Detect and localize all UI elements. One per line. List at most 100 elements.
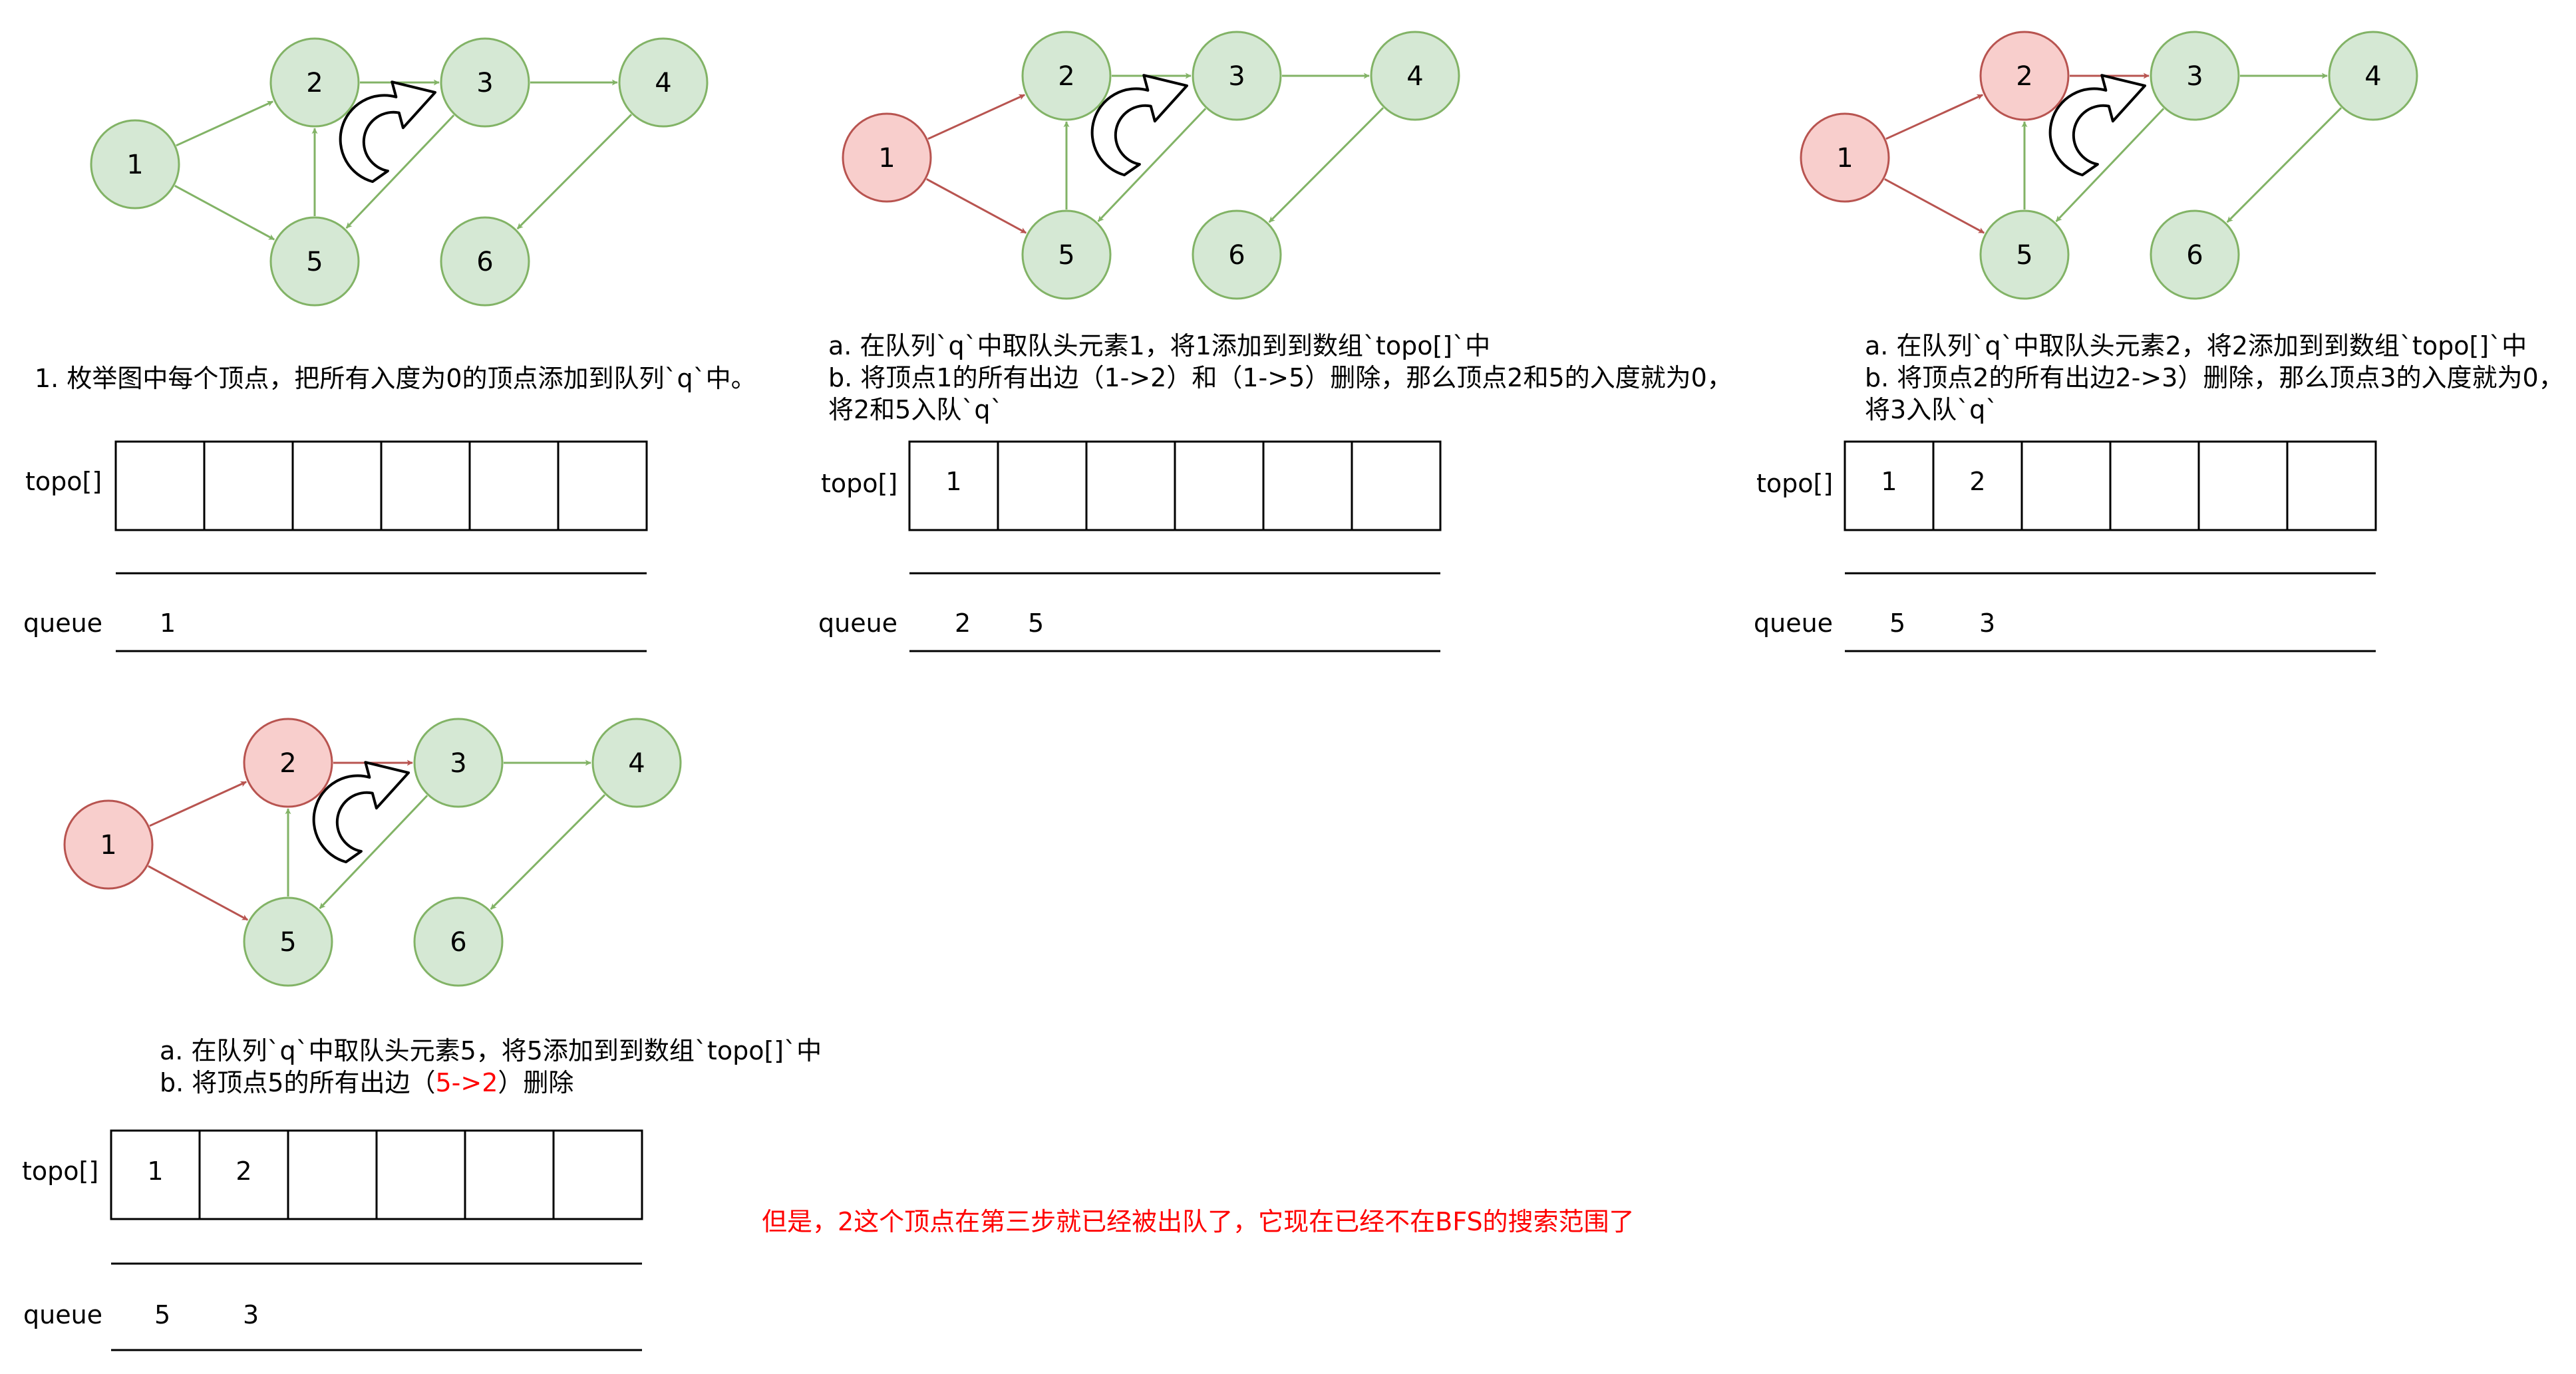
topo-cell: 2 xyxy=(236,1157,252,1186)
node-4: 4 xyxy=(2328,31,2418,121)
node-label: 3 xyxy=(450,748,466,779)
node-2: 2 xyxy=(1979,31,2070,121)
caption-step3-line1: a. 在队列`q`中取队头元素2，将2添加到到数组`topo[]`中 xyxy=(1865,331,2527,360)
queue-item: 3 xyxy=(243,1300,259,1329)
queue-label: queue xyxy=(1754,609,1834,638)
topo-cell: 1 xyxy=(1881,467,1897,496)
node-6: 6 xyxy=(1192,209,1282,300)
edge-1-2 xyxy=(927,94,1025,140)
node-2: 2 xyxy=(243,718,333,808)
node-5: 5 xyxy=(1021,209,1112,300)
topo-cell-box xyxy=(287,1129,378,1220)
topo-cell-box xyxy=(2286,440,2377,531)
edge-1-5 xyxy=(926,178,1027,234)
edge-1-5 xyxy=(1884,178,1985,234)
topo-cell-box xyxy=(1085,440,1176,531)
node-5: 5 xyxy=(1979,209,2070,300)
queue-item: 5 xyxy=(1028,609,1045,638)
node-label: 4 xyxy=(655,68,671,98)
edge-4-6 xyxy=(2226,107,2342,223)
queue-label: queue xyxy=(23,609,103,638)
queue-item: 3 xyxy=(1979,609,1996,638)
queue-lines xyxy=(111,1262,642,1351)
topo-cell: 2 xyxy=(1969,467,1986,496)
node-label: 4 xyxy=(1406,61,1423,92)
topo-cell-box xyxy=(380,440,471,531)
caption-step2-line3: 将2和5入队`q` xyxy=(828,395,1003,424)
node-label: 6 xyxy=(476,247,493,277)
node-5: 5 xyxy=(243,896,333,987)
node-label: 2 xyxy=(2016,61,2032,92)
topo-cell-box xyxy=(557,440,648,531)
node-2: 2 xyxy=(1021,31,1112,121)
node-label: 5 xyxy=(306,247,323,277)
graph-step3: 1 2 3 4 5 6 xyxy=(1800,31,2418,300)
node-label: 3 xyxy=(2186,61,2203,92)
edge-4-6 xyxy=(1268,107,1384,223)
topo-cell-box xyxy=(468,440,560,531)
edge-1-2 xyxy=(149,781,247,827)
queue-item: 5 xyxy=(154,1300,171,1329)
node-3: 3 xyxy=(413,718,504,808)
topo-cell: 1 xyxy=(147,1157,164,1186)
edge-1-2 xyxy=(176,100,273,147)
topo-cell-box xyxy=(203,440,294,531)
topo-cell-box xyxy=(2197,440,2289,531)
highlighted-edge: 5->2 xyxy=(435,1068,498,1097)
node-3: 3 xyxy=(1192,31,1282,121)
queue-lines xyxy=(1845,572,2376,652)
edge-1-5 xyxy=(148,865,249,921)
queue-item: 1 xyxy=(160,609,176,638)
node-1: 1 xyxy=(63,799,154,890)
node-6: 6 xyxy=(2150,209,2240,300)
caption-step2-line1: a. 在队列`q`中取队头元素1，将1添加到到数组`topo[]`中 xyxy=(828,331,1491,360)
node-label: 5 xyxy=(279,927,296,958)
node-5: 5 xyxy=(269,216,360,307)
node-label: 3 xyxy=(476,68,493,98)
node-label: 5 xyxy=(2016,240,2032,271)
node-label: 2 xyxy=(279,748,296,779)
topo-label: topo[] xyxy=(821,469,898,498)
topo-cell-box xyxy=(1351,440,1442,531)
node-4: 4 xyxy=(618,37,709,128)
edge-4-6 xyxy=(490,794,606,910)
node-label: 3 xyxy=(1228,61,1245,92)
edge-1-5 xyxy=(174,185,275,241)
topo-cell-box xyxy=(375,1129,466,1220)
node-label: 5 xyxy=(1058,240,1074,271)
node-label: 2 xyxy=(306,68,323,98)
topo-cell-box xyxy=(1174,440,1265,531)
queue-label: queue xyxy=(818,609,898,638)
caption-step2-line2: b. 将顶点1的所有出边（1->2）和（1->5）删除，那么顶点2和5的入度就为… xyxy=(828,363,1732,392)
node-label: 1 xyxy=(878,143,895,174)
topo-cell-box xyxy=(464,1129,555,1220)
topo-cell-box xyxy=(114,440,206,531)
topo-cell-box xyxy=(1262,440,1353,531)
node-label: 4 xyxy=(2364,61,2381,92)
node-6: 6 xyxy=(440,216,530,307)
node-label: 1 xyxy=(100,830,116,861)
queue-label: queue xyxy=(23,1300,103,1329)
queue-item: 5 xyxy=(1889,609,1906,638)
node-label: 1 xyxy=(1836,143,1853,174)
node-6: 6 xyxy=(413,896,504,987)
graph-step1: 1 2 3 4 5 6 xyxy=(90,37,709,307)
topo-cell-box xyxy=(291,440,383,531)
caption-step4-line1: a. 在队列`q`中取队头元素5，将5添加到到数组`topo[]`中 xyxy=(160,1036,822,1065)
graph-step4: 1 2 3 4 5 6 xyxy=(63,718,682,987)
node-4: 4 xyxy=(1370,31,1460,121)
caption-step4-prefix: b. 将顶点5的所有出边（ xyxy=(160,1068,436,1097)
topo-cell-box xyxy=(552,1129,643,1220)
node-label: 1 xyxy=(126,150,143,180)
node-label: 6 xyxy=(1228,240,1245,271)
topo-label: topo[] xyxy=(1756,469,1834,498)
topo-cell-box xyxy=(997,440,1088,531)
node-4: 4 xyxy=(591,718,682,808)
queue-lines xyxy=(116,572,647,652)
topo-cell-box xyxy=(2020,440,2112,531)
node-label: 6 xyxy=(450,927,466,958)
node-3: 3 xyxy=(440,37,530,128)
node-1: 1 xyxy=(842,112,932,203)
node-3: 3 xyxy=(2150,31,2240,121)
topo-table xyxy=(114,440,648,531)
